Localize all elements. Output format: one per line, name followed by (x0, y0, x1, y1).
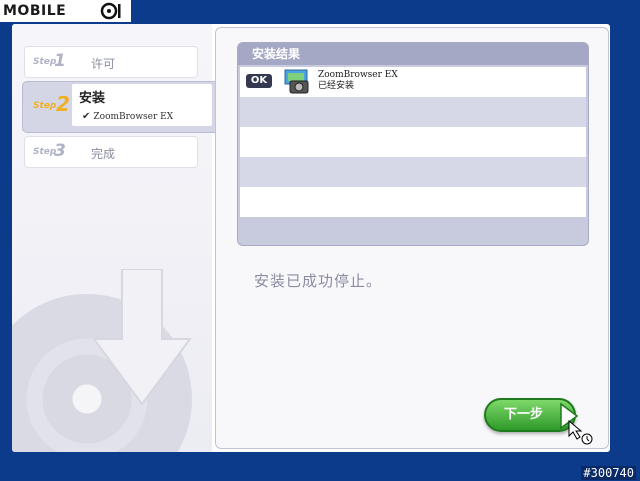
app-name-block: ZoomBrowser EX 已经安装 (318, 70, 398, 92)
result-row-empty (240, 127, 586, 157)
result-row: OK ZoomBrowser EX 已经安装 (240, 67, 586, 97)
checkmark-icon: ✔ (82, 111, 91, 122)
watermark-text: MOBILE (3, 3, 67, 19)
app-install-status: 已经安装 (318, 81, 355, 91)
step-3-label: 完成 (91, 147, 116, 161)
mouse-cursor-icon (568, 420, 593, 445)
watermark-logo-icon (100, 2, 121, 20)
step-1-license: Step 1 许可 (24, 46, 198, 78)
step-2-number: 2 (56, 92, 70, 116)
step-2-word: Step (33, 101, 57, 111)
installer-window: Step 1 许可 Step 3 完成 Step 2 安装 ✔ ZoomBrows… (12, 24, 610, 452)
result-row-empty (240, 187, 586, 217)
step-2-subitem-label: ZoomBrowser EX (93, 112, 174, 122)
install-status-message: 安装已成功停止。 (254, 272, 383, 290)
step-2-panel: 安装 ✔ ZoomBrowser EX (72, 84, 212, 126)
install-results-box: 安装结果 OK ZoomBrowser EX 已经安装 (237, 42, 589, 246)
step-3-finish: Step 3 完成 (24, 136, 198, 168)
ok-badge: OK (246, 74, 272, 88)
step-1-word: Step (33, 57, 57, 67)
step-2-label: 安装 (79, 91, 106, 106)
photo-id: #300740 (581, 466, 636, 480)
step-2-subitem: ✔ ZoomBrowser EX (82, 111, 173, 122)
step-3-number: 3 (54, 141, 66, 161)
watermark: MOBILE (0, 0, 131, 22)
results-title: 安装结果 (238, 43, 588, 65)
results-list: OK ZoomBrowser EX 已经安装 (240, 67, 586, 217)
step-1-label: 许可 (91, 57, 116, 71)
step-1-number: 1 (54, 51, 66, 71)
app-name: ZoomBrowser EX (318, 70, 398, 80)
result-row-empty (240, 97, 586, 127)
next-button-label: 下一步 (504, 407, 544, 422)
content-pane: 安装结果 OK ZoomBrowser EX 已经安装 安装已成功停止。 下一步 (215, 27, 609, 449)
step-3-word: Step (33, 147, 57, 157)
result-row-empty (240, 157, 586, 187)
next-button[interactable]: 下一步 (484, 398, 579, 432)
zoombrowser-app-icon (284, 69, 309, 94)
download-arrow-icon (92, 269, 192, 406)
